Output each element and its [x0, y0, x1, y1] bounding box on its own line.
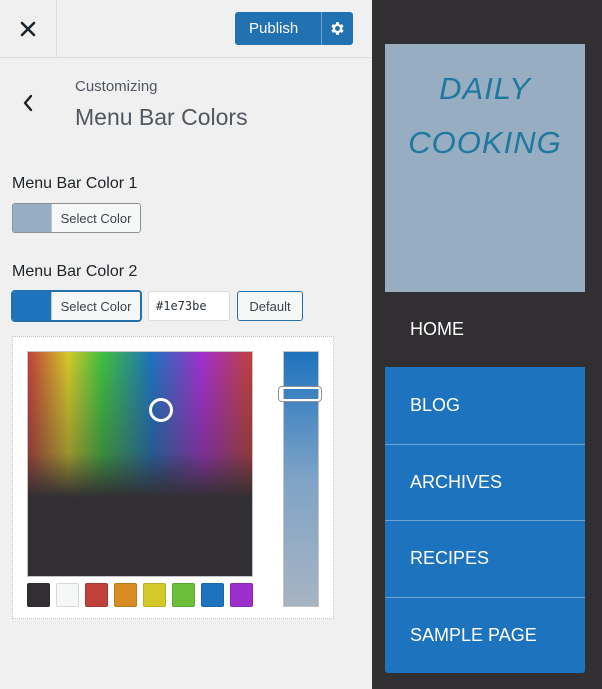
- menu-bar-color-1-button[interactable]: Select Color: [12, 203, 141, 233]
- color-1-swatch: [13, 204, 51, 232]
- menu-home-row: HOME: [385, 292, 585, 367]
- palette-swatch[interactable]: [56, 583, 79, 607]
- site-title-line-2: COOKING: [408, 125, 562, 160]
- default-color-button[interactable]: Default: [237, 291, 303, 321]
- menu-item-archives[interactable]: ARCHIVES: [385, 443, 585, 521]
- publish-label: Publish: [249, 20, 299, 37]
- palette-swatch[interactable]: [230, 583, 253, 607]
- palette-swatch[interactable]: [27, 583, 50, 607]
- site-title[interactable]: DAILY COOKING: [385, 62, 585, 170]
- palette-swatch[interactable]: [201, 583, 224, 607]
- select-color-label: Select Color: [51, 292, 140, 320]
- publish-settings-button[interactable]: [322, 20, 353, 37]
- menu-item-sample-page[interactable]: SAMPLE PAGE: [385, 596, 585, 674]
- color-palette: [27, 583, 253, 607]
- hex-color-input[interactable]: #1e73be: [148, 291, 230, 321]
- color-strip-handle[interactable]: [279, 387, 321, 401]
- menu-item-home[interactable]: HOME: [385, 292, 585, 367]
- chevron-left-icon: [23, 94, 33, 112]
- select-color-label: Select Color: [51, 204, 140, 232]
- color-picker: [12, 336, 334, 619]
- color-picker-handle[interactable]: [149, 398, 173, 422]
- color-2-swatch: [13, 292, 51, 320]
- gear-icon: [331, 22, 344, 35]
- menu-bar-color-2-label: Menu Bar Color 2: [12, 263, 138, 280]
- menu-item-recipes[interactable]: RECIPES: [385, 520, 585, 597]
- site-preview: DAILY COOKING HOME BLOG ARCHIVES RECIPES…: [372, 0, 602, 689]
- publish-button[interactable]: Publish: [235, 12, 353, 45]
- palette-swatch[interactable]: [172, 583, 195, 607]
- menu-item-blog[interactable]: BLOG: [385, 367, 585, 444]
- site-header: DAILY COOKING: [385, 44, 585, 292]
- palette-swatch[interactable]: [114, 583, 137, 607]
- color-picker-square[interactable]: [27, 351, 253, 577]
- palette-swatch[interactable]: [85, 583, 108, 607]
- menu-bar-color-2-button[interactable]: Select Color: [12, 291, 141, 321]
- palette-swatch[interactable]: [143, 583, 166, 607]
- close-icon: [20, 21, 36, 36]
- back-button[interactable]: [10, 88, 46, 118]
- site-title-line-1: DAILY: [439, 71, 531, 106]
- breadcrumb: Customizing: [75, 78, 158, 95]
- menu-bar: BLOG ARCHIVES RECIPES SAMPLE PAGE: [385, 367, 585, 673]
- close-customizer-button[interactable]: [0, 0, 57, 57]
- menu-bar-color-1-label: Menu Bar Color 1: [12, 175, 138, 192]
- customizer-header: Publish: [0, 0, 372, 58]
- customizer-panel: Publish Customizing Menu Bar Colors Menu…: [0, 0, 372, 689]
- section-title: Menu Bar Colors: [75, 104, 248, 130]
